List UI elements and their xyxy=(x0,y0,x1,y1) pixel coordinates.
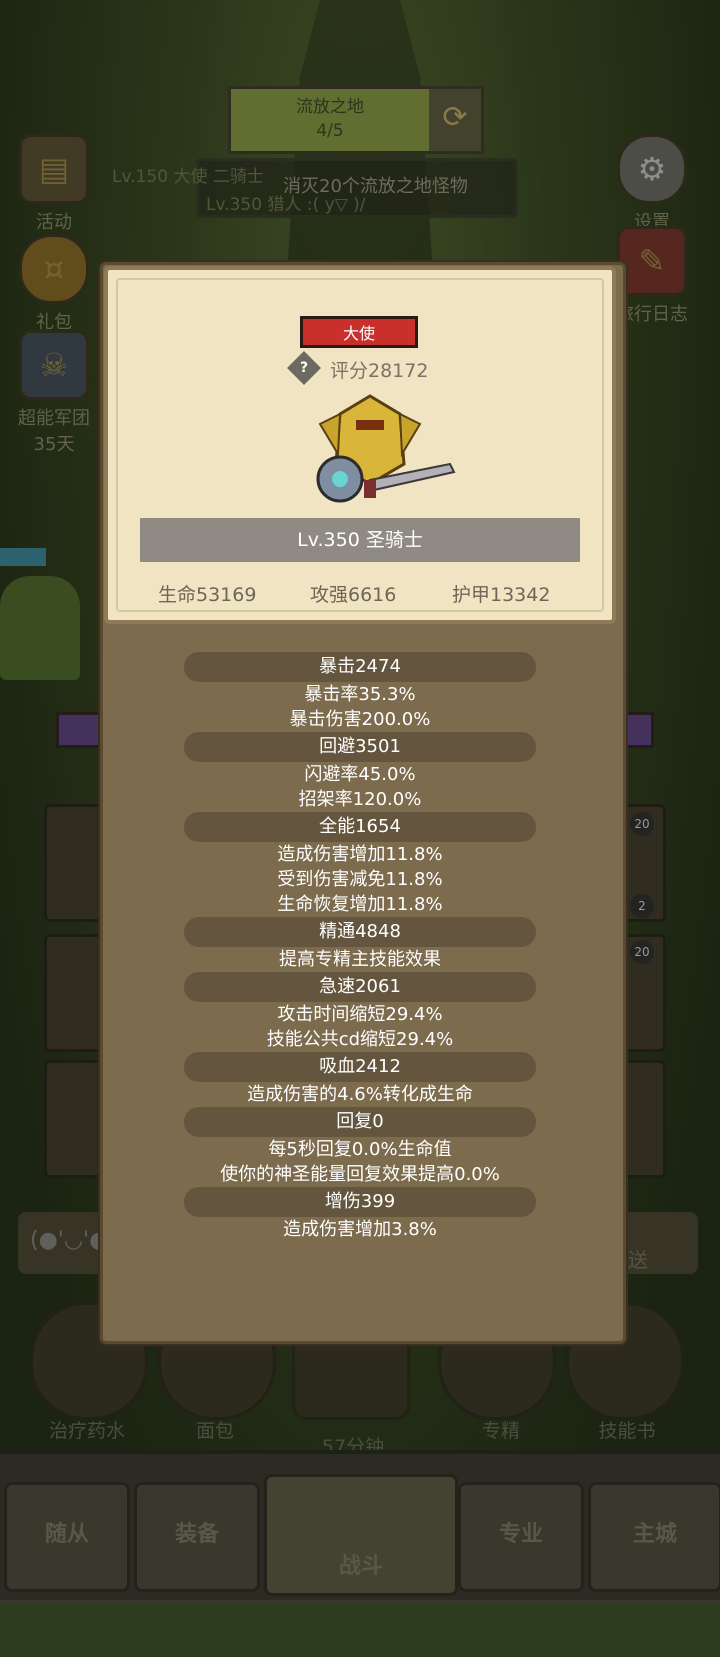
stat-line: 闪避率45.0% xyxy=(304,764,416,785)
stat-header-regen: 回复0 xyxy=(184,1107,536,1137)
stat-header-versatility: 全能1654 xyxy=(184,812,536,842)
stat-line: 受到伤害减免11.8% xyxy=(277,869,443,890)
stat-line: 招架率120.0% xyxy=(298,789,422,810)
armor-stat: 护甲13342 xyxy=(452,584,551,606)
stat-line: 造成伤害增加3.8% xyxy=(283,1219,437,1240)
stat-line: 造成伤害增加11.8% xyxy=(277,844,443,865)
stat-details-list: 暴击2474 暴击率35.3% 暴击伤害200.0% 回避3501 闪避率45.… xyxy=(100,652,620,1242)
paladin-hero-icon xyxy=(316,394,456,503)
stat-line: 技能公共cd缩短29.4% xyxy=(266,1029,454,1050)
stat-line: 提高专精主技能效果 xyxy=(279,949,441,970)
stat-header-damage-boost: 增伤399 xyxy=(184,1187,536,1217)
hero-name-banner: Lv.350 圣骑士 xyxy=(140,518,580,562)
attack-stat: 攻强6616 xyxy=(310,584,397,606)
stat-line: 攻击时间缩短29.4% xyxy=(277,1004,443,1025)
hp-stat: 生命53169 xyxy=(158,584,257,606)
stat-header-haste: 急速2061 xyxy=(184,972,536,1002)
help-question-mark: ? xyxy=(299,360,309,376)
stat-header-avoidance: 回避3501 xyxy=(184,732,536,762)
stat-line: 造成伤害的4.6%转化成生命 xyxy=(247,1084,473,1105)
stat-header-mastery: 精通4848 xyxy=(184,917,536,947)
stat-line: 生命恢复增加11.8% xyxy=(277,894,443,915)
stat-header-lifesteal: 吸血2412 xyxy=(184,1052,536,1082)
score-label: 评分28172 xyxy=(330,360,429,382)
stat-header-crit: 暴击2474 xyxy=(184,652,536,682)
stat-line: 使你的神圣能量回复效果提高0.0% xyxy=(220,1164,500,1185)
stat-line: 每5秒回复0.0%生命值 xyxy=(268,1139,452,1160)
stat-line: 暴击率35.3% xyxy=(304,684,416,705)
stat-line: 暴击伤害200.0% xyxy=(289,709,431,730)
rank-badge: 大使 xyxy=(300,316,418,348)
